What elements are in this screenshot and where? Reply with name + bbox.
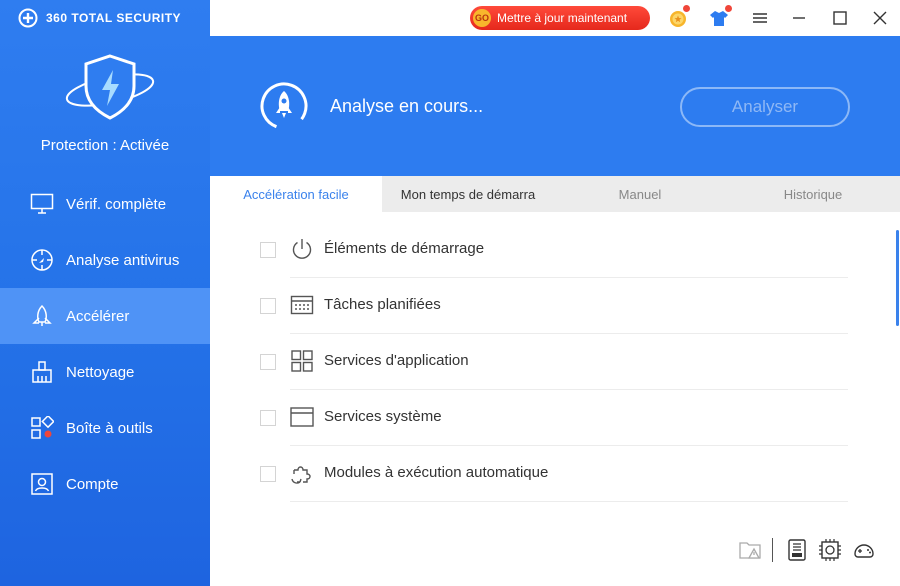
protection-status: Protection : Activée: [40, 137, 170, 154]
divider: [290, 501, 848, 502]
analyze-button[interactable]: Analyser: [680, 87, 850, 127]
logo-plus-icon: [18, 8, 38, 28]
virus-scan-icon: [30, 248, 54, 272]
calendar-icon: [290, 293, 314, 317]
scan-status: Analyse en cours...: [330, 96, 484, 116]
sidebar-item-antivirus[interactable]: Analyse antivirus: [0, 232, 210, 288]
notification-dot: [683, 5, 690, 12]
scrollbar[interactable]: [896, 230, 899, 326]
sidebar-item-label: Analyse antivirus: [66, 251, 180, 269]
sidebar-item-label: Compte: [66, 475, 119, 493]
maximize-icon[interactable]: [830, 8, 850, 28]
tab-startup-time[interactable]: Mon temps de démarra: [382, 176, 554, 212]
coin-icon[interactable]: [668, 5, 690, 28]
monitor-icon: [30, 192, 54, 216]
sidebar-item-label: Nettoyage: [66, 363, 135, 381]
folder-warning-icon[interactable]: [738, 538, 762, 562]
go-badge: GO: [473, 9, 491, 27]
list-item: Tâches planifiées: [260, 278, 848, 334]
brand: 360 TOTAL SECURITY: [18, 8, 181, 28]
divider: [772, 538, 773, 562]
list-item: Éléments de démarrage: [260, 222, 848, 278]
sidebar-item-toolbox[interactable]: Boîte à outils: [0, 400, 210, 456]
item-checkbox[interactable]: [260, 298, 276, 314]
shield-lightning-icon: [64, 52, 156, 124]
sidebar-item-label: Vérif. complète: [66, 195, 167, 213]
sidebar-item-account[interactable]: Compte: [0, 456, 210, 512]
update-now-label: Mettre à jour maintenant: [497, 11, 628, 25]
item-label: Modules à exécution automatique: [324, 464, 549, 481]
disk-icon[interactable]: [785, 538, 809, 562]
list-item: Services d'application: [260, 334, 848, 390]
item-label: Services système: [324, 408, 442, 425]
title-bar: GO Mettre à jour maintenant: [210, 0, 900, 36]
scan-header: Analyse en cours... Analyser: [210, 36, 900, 176]
list-item: Modules à exécution automatique: [260, 446, 848, 502]
rocket-scan-icon: [258, 80, 310, 132]
list-item: Services système: [260, 390, 848, 446]
sidebar-item-cleanup[interactable]: Nettoyage: [0, 344, 210, 400]
sidebar-nav: Vérif. complète Analyse antivirus Accélé…: [0, 176, 210, 512]
sidebar-item-full-check[interactable]: Vérif. complète: [0, 176, 210, 232]
cpu-chip-icon[interactable]: [818, 538, 842, 562]
item-checkbox[interactable]: [260, 242, 276, 258]
item-label: Éléments de démarrage: [324, 240, 485, 257]
notification-dot: [725, 5, 732, 12]
item-checkbox[interactable]: [260, 354, 276, 370]
item-checkbox[interactable]: [260, 466, 276, 482]
item-label: Tâches planifiées: [324, 296, 441, 313]
tab-history[interactable]: Historique: [726, 176, 900, 212]
tab-easy-acceleration[interactable]: Accélération facile: [210, 176, 382, 212]
tshirt-icon[interactable]: [709, 5, 732, 28]
item-checkbox[interactable]: [260, 410, 276, 426]
puzzle-refresh-icon: [290, 461, 314, 485]
gamepad-boost-icon[interactable]: [852, 538, 876, 562]
minimize-icon[interactable]: [789, 8, 809, 28]
window-icon: [290, 405, 314, 429]
sidebar-item-speedup[interactable]: Accélérer: [0, 288, 210, 344]
rocket-icon: [30, 304, 54, 328]
grid-icon: [290, 349, 314, 373]
update-now-button[interactable]: GO Mettre à jour maintenant: [470, 6, 650, 30]
power-icon: [290, 237, 314, 261]
sidebar-item-label: Accélérer: [66, 307, 130, 325]
broom-icon: [30, 360, 54, 384]
menu-icon[interactable]: [750, 8, 770, 28]
account-icon: [30, 472, 54, 496]
tab-bar: Accélération facile Mon temps de démarra…: [210, 176, 900, 212]
close-icon[interactable]: [870, 8, 890, 28]
sidebar-item-label: Boîte à outils: [66, 419, 153, 437]
tab-manual[interactable]: Manuel: [554, 176, 726, 212]
brand-name: 360 TOTAL SECURITY: [46, 11, 182, 25]
toolbox-icon: [30, 416, 54, 440]
sidebar: 360 TOTAL SECURITY Protection : Activée …: [0, 0, 210, 586]
item-label: Services d'application: [324, 352, 469, 369]
